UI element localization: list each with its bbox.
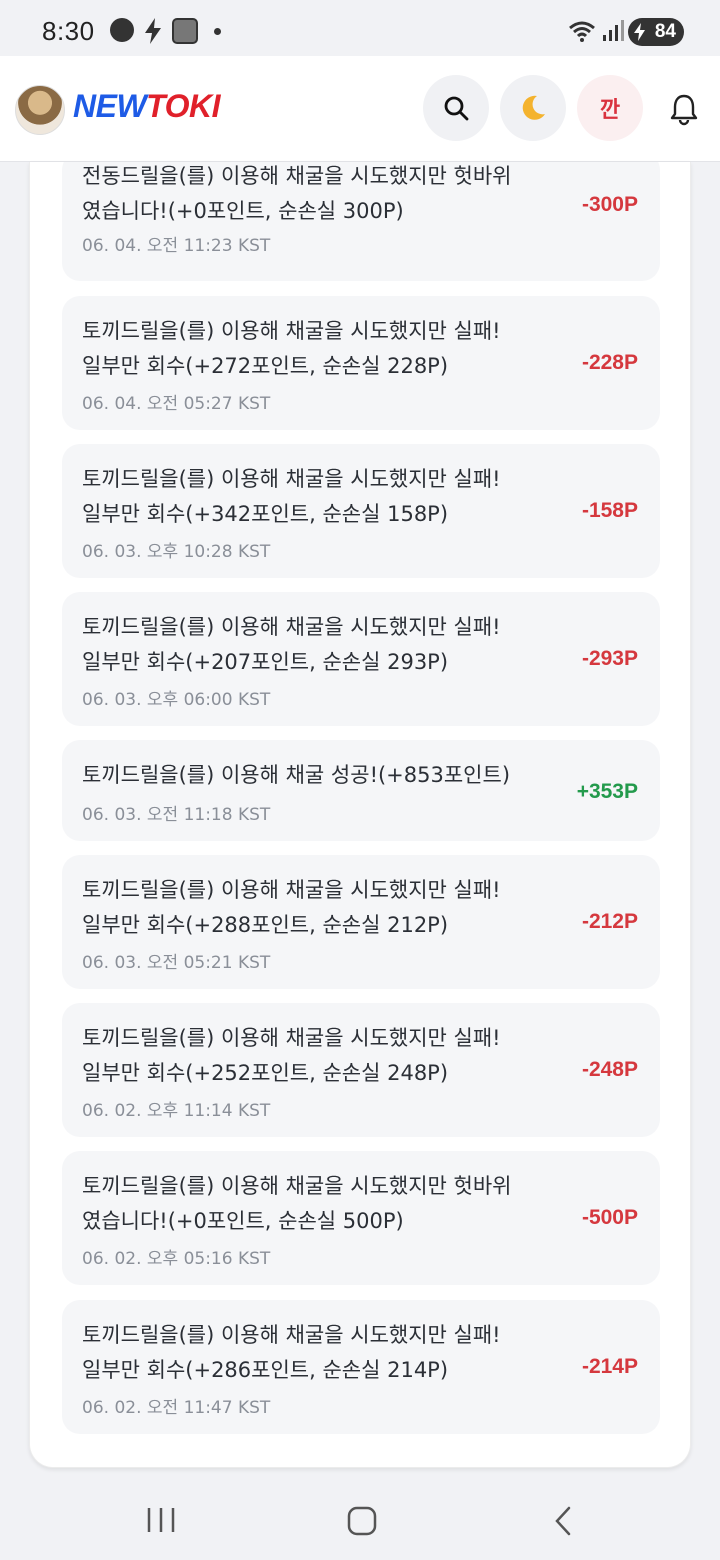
points-history-card: 전동드릴을(를) 이용해 채굴을 시도했지만 헛바위 였습니다!(+0포인트, …: [29, 162, 691, 1468]
history-item: 토끼드릴을(를) 이용해 채굴 성공!(+853포인트) 06. 03. 오전 …: [62, 740, 660, 841]
history-amount: -228P: [581, 351, 638, 374]
logo[interactable]: NEWTOKI: [73, 88, 221, 125]
history-time: 06. 03. 오전 11:18 KST: [82, 805, 271, 825]
history-amount: -300P: [581, 193, 638, 216]
battery-icon: 84: [628, 18, 684, 46]
moon-icon: [522, 95, 545, 120]
status-time: 8:30: [42, 16, 95, 46]
history-amount: -293P: [581, 647, 638, 670]
history-item: 토끼드릴을(를) 이용해 채굴을 시도했지만 실패! 일부만 회수(+207포인…: [62, 592, 660, 726]
history-item: 토끼드릴을(를) 이용해 채굴을 시도했지만 실패! 일부만 회수(+252포인…: [62, 1003, 660, 1137]
history-message: 전동드릴을(를) 이용해 채굴을 시도했지만 헛바위 였습니다!(+0포인트, …: [82, 164, 512, 223]
history-message: 토끼드릴을(를) 이용해 채굴을 시도했지만 헛바위 였습니다!(+0포인트, …: [82, 1174, 512, 1233]
status-bar: 8:30 84: [0, 0, 720, 56]
history-item: 토끼드릴을(를) 이용해 채굴을 시도했지만 실패! 일부만 회수(+342포인…: [62, 444, 660, 578]
history-message: 토끼드릴을(를) 이용해 채굴을 시도했지만 실패! 일부만 회수(+286포인…: [82, 1323, 501, 1382]
dark-mode-button[interactable]: [500, 75, 566, 141]
history-amount: -158P: [581, 499, 638, 522]
wifi-icon: [569, 21, 595, 42]
history-time: 06. 02. 오후 05:16 KST: [82, 1249, 271, 1269]
history-item: 토끼드릴을(를) 이용해 채굴을 시도했지만 실패! 일부만 회수(+272포인…: [62, 296, 660, 430]
logo-avatar[interactable]: [15, 85, 65, 135]
history-item: 토끼드릴을(를) 이용해 채굴을 시도했지만 실패! 일부만 회수(+288포인…: [62, 855, 660, 989]
history-amount: -500P: [581, 1206, 638, 1229]
search-icon: [444, 96, 469, 121]
history-amount: -248P: [581, 1058, 638, 1081]
kkan-button[interactable]: 깐: [577, 75, 643, 141]
history-message: 토끼드릴을(를) 이용해 채굴을 시도했지만 실패! 일부만 회수(+207포인…: [82, 615, 501, 674]
notification-dot-icon: [214, 28, 221, 35]
app-icon: [172, 18, 198, 44]
page: 8:30 84 NEWTOKI 깐 전동드릴을(를) 이용해 채굴을 시도했지만…: [0, 0, 720, 1560]
history-time: 06. 03. 오후 06:00 KST: [82, 690, 271, 710]
history-time: 06. 02. 오후 11:14 KST: [82, 1101, 271, 1121]
history-message: 토끼드릴을(를) 이용해 채굴을 시도했지만 실패! 일부만 회수(+288포인…: [82, 878, 501, 937]
back-icon[interactable]: [553, 1506, 573, 1536]
history-amount: +353P: [576, 780, 638, 803]
kkan-label: 깐: [599, 98, 621, 123]
history-item: 토끼드릴을(를) 이용해 채굴을 시도했지만 실패! 일부만 회수(+286포인…: [62, 1300, 660, 1434]
history-message: 토끼드릴을(를) 이용해 채굴 성공!(+853포인트): [82, 763, 511, 787]
recents-icon[interactable]: [146, 1506, 176, 1534]
home-icon[interactable]: [347, 1506, 377, 1536]
system-nav-bar: [0, 1476, 720, 1560]
logo-toki: TOKI: [146, 88, 221, 124]
history-time: 06. 04. 오전 05:27 KST: [82, 394, 271, 414]
history-item: 토끼드릴을(를) 이용해 채굴을 시도했지만 헛바위 였습니다!(+0포인트, …: [62, 1151, 660, 1285]
history-amount: -214P: [581, 1355, 638, 1378]
bell-icon[interactable]: [667, 92, 701, 126]
history-time: 06. 04. 오전 11:23 KST: [82, 236, 271, 256]
history-item: 전동드릴을(를) 이용해 채굴을 시도했지만 헛바위 였습니다!(+0포인트, …: [62, 162, 660, 281]
history-message: 토끼드릴을(를) 이용해 채굴을 시도했지만 실패! 일부만 회수(+272포인…: [82, 319, 501, 378]
app-header: NEWTOKI 깐: [0, 56, 720, 162]
history-time: 06. 02. 오전 11:47 KST: [82, 1398, 271, 1418]
bolt-icon: [145, 18, 161, 44]
history-amount: -212P: [581, 910, 638, 933]
history-message: 토끼드릴을(를) 이용해 채굴을 시도했지만 실패! 일부만 회수(+342포인…: [82, 467, 501, 526]
logo-new: NEW: [73, 88, 147, 124]
history-time: 06. 03. 오후 10:28 KST: [82, 542, 271, 562]
wear-icon: [110, 18, 134, 42]
history-time: 06. 03. 오전 05:21 KST: [82, 953, 271, 973]
battery-level: 84: [654, 21, 676, 42]
signal-icon: [603, 20, 624, 41]
search-button[interactable]: [423, 75, 489, 141]
history-message: 토끼드릴을(를) 이용해 채굴을 시도했지만 실패! 일부만 회수(+252포인…: [82, 1026, 501, 1085]
